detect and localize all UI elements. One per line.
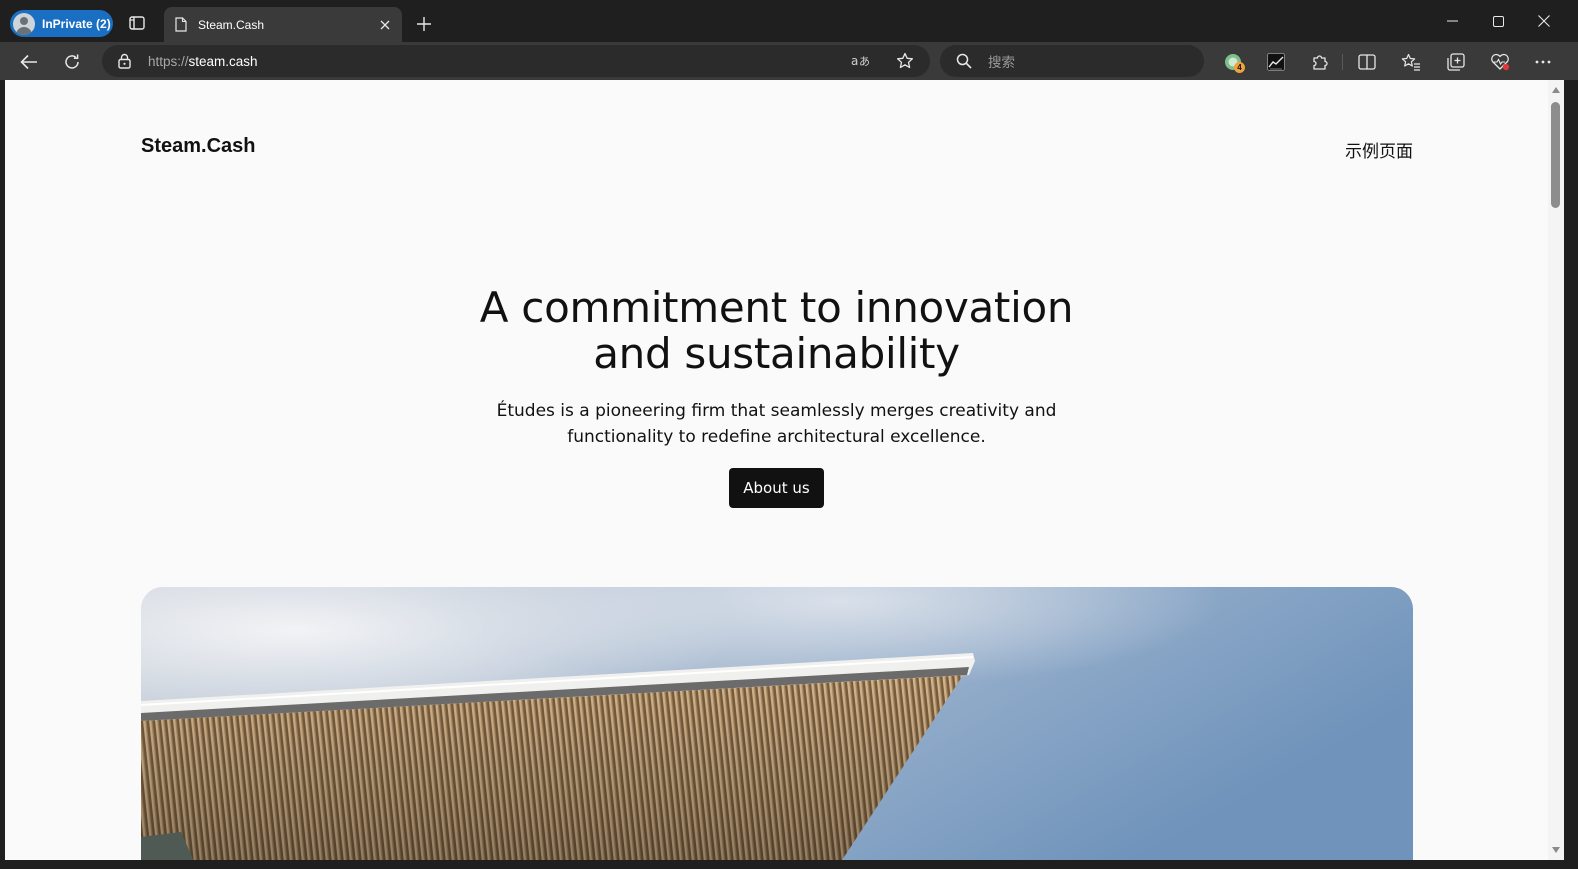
search-placeholder: 搜索	[988, 55, 1015, 70]
search-icon	[956, 52, 974, 70]
hero-subtitle-line-2: functionality to redefine architectural …	[567, 427, 986, 447]
maximize-icon[interactable]	[1483, 8, 1513, 34]
page-scrollbar[interactable]	[1548, 80, 1564, 860]
puzzle-icon[interactable]	[1307, 49, 1333, 75]
copilot-extension-icon[interactable]: 4	[1220, 49, 1246, 75]
tab-title: Steam.Cash	[198, 17, 265, 32]
back-arrow-icon[interactable]	[16, 49, 42, 75]
scroll-up-icon[interactable]	[1552, 87, 1560, 93]
hero-subtitle-line-1: Études is a pioneering firm that seamles…	[496, 401, 1057, 421]
hero-title: A commitment to innovation and sustainab…	[385, 285, 1168, 377]
window-close-icon[interactable]	[1529, 8, 1559, 34]
search-input[interactable]: 搜索	[940, 45, 1204, 77]
site-logo[interactable]: Steam.Cash	[141, 135, 256, 158]
chart-extension-icon[interactable]	[1263, 49, 1289, 75]
hero-subtitle: Études is a pioneering firm that seamles…	[485, 398, 1068, 450]
url-protocol: https://	[148, 53, 189, 69]
hero-title-line-1: A commitment to innovation	[479, 283, 1074, 332]
refresh-icon[interactable]	[59, 49, 85, 75]
extension-badge: 4	[1234, 62, 1245, 73]
avatar	[13, 12, 35, 35]
svg-text:a: a	[851, 54, 858, 68]
more-icon[interactable]	[1530, 49, 1556, 75]
nav-link-sample-page[interactable]: 示例页面	[1345, 137, 1413, 162]
page-icon	[174, 17, 188, 33]
inprivate-profile-button[interactable]: InPrivate (2)	[10, 10, 113, 37]
about-us-button[interactable]: About us	[729, 468, 824, 508]
minimize-icon[interactable]	[1438, 8, 1468, 34]
close-icon[interactable]	[374, 14, 396, 36]
split-screen-icon[interactable]	[1354, 49, 1380, 75]
url-host: steam.cash	[188, 53, 258, 69]
lock-icon[interactable]	[118, 52, 134, 70]
hero-title-line-2: and sustainability	[593, 329, 960, 378]
profile-label: InPrivate (2)	[42, 16, 111, 31]
plus-icon[interactable]	[412, 12, 436, 36]
svg-text:あ: あ	[859, 55, 870, 68]
read-aloud-icon[interactable]: aあ	[850, 51, 872, 71]
tab-actions-icon[interactable]	[126, 12, 148, 34]
collections-icon[interactable]	[1443, 49, 1469, 75]
favorites-icon[interactable]	[1398, 49, 1424, 75]
tab-strip: InPrivate (2) Steam.Cash	[0, 0, 1578, 42]
scroll-down-icon[interactable]	[1552, 847, 1560, 853]
page-viewport: Steam.Cash 示例页面 A commitment to innovati…	[5, 80, 1548, 860]
tab-steam-cash[interactable]: Steam.Cash	[164, 7, 402, 42]
scrollbar-thumb[interactable]	[1551, 102, 1560, 208]
address-bar[interactable]: https://steam.cash aあ	[102, 45, 930, 77]
browser-toolbar: https://steam.cash aあ 搜索 4	[0, 42, 1578, 80]
hero-architecture-image	[141, 587, 1413, 860]
star-icon[interactable]	[894, 51, 916, 71]
heart-icon[interactable]	[1487, 49, 1513, 75]
